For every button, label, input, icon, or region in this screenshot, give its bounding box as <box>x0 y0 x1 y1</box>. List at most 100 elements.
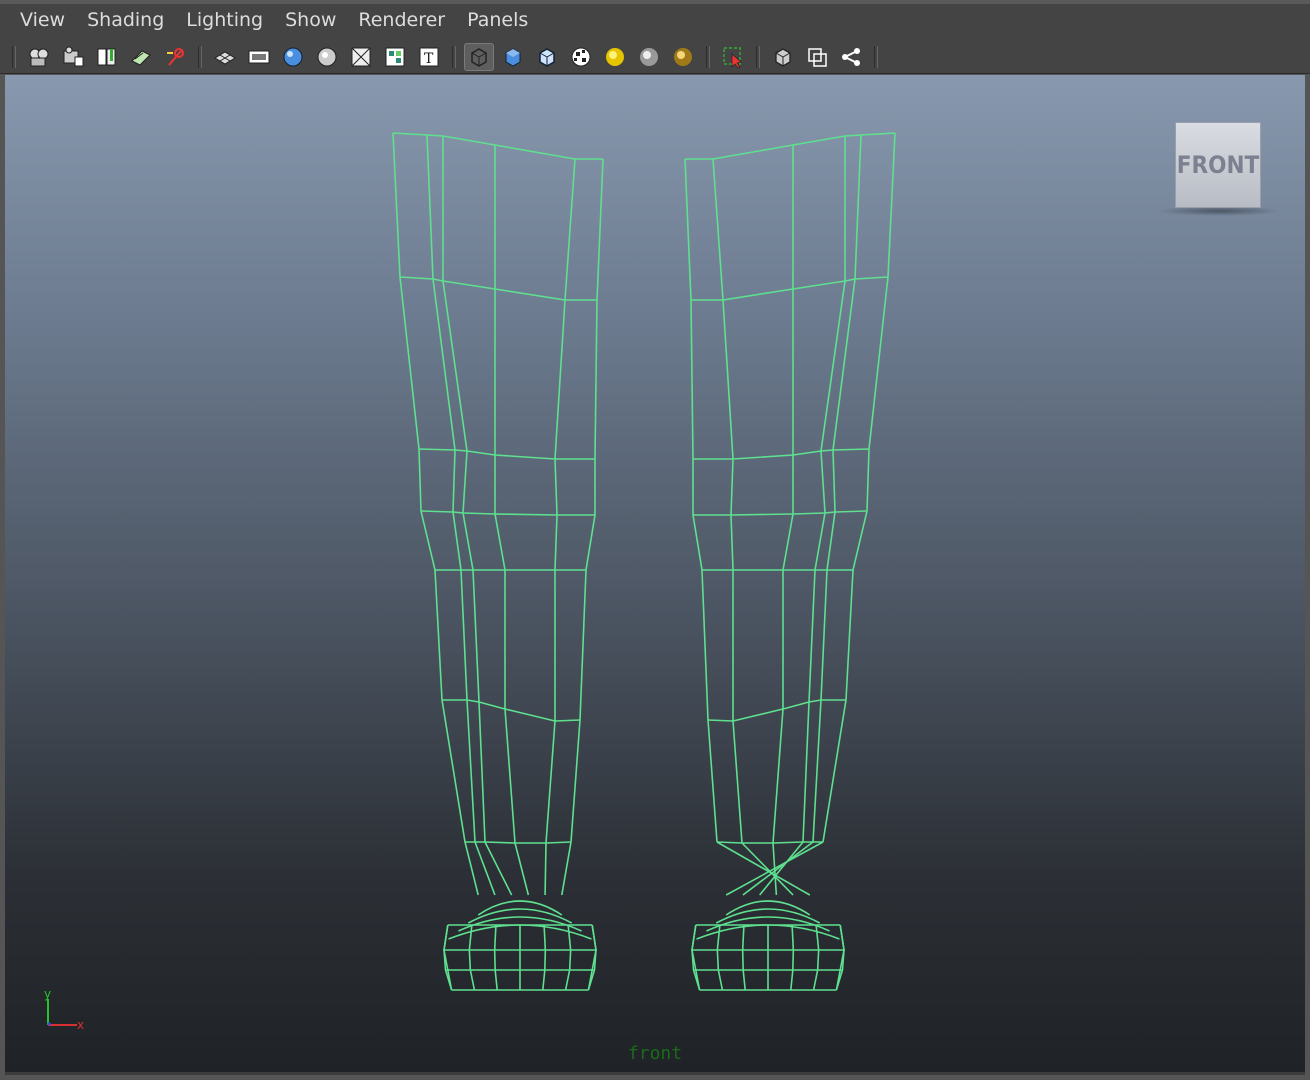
menu-renderer[interactable]: Renderer <box>348 9 457 35</box>
camera-attributes-icon <box>63 46 84 66</box>
image-plane-button[interactable] <box>126 43 156 71</box>
camera-attributes-button[interactable] <box>58 43 88 71</box>
axis-indicator: y x <box>44 987 84 1032</box>
right-leg-edge-loop <box>685 132 896 160</box>
left-ankle-edge <box>464 841 479 896</box>
right-ankle-edge <box>741 842 794 896</box>
ambient-occlusion-button[interactable] <box>668 43 698 71</box>
right-leg-edge-loop <box>693 510 868 516</box>
smooth-shade-icon <box>505 47 521 67</box>
leg-mesh-wireframe[interactable] <box>5 75 1305 1072</box>
isolate-select-button[interactable] <box>718 43 748 71</box>
left-ankle-edge <box>514 842 530 896</box>
bookmarks-icon <box>97 48 116 65</box>
toolbar-separator <box>12 45 16 68</box>
grid-button[interactable] <box>210 43 240 71</box>
view-cube-front-face[interactable]: FRONT <box>1175 122 1261 208</box>
left-leg-edge-column <box>570 158 604 843</box>
left-leg-edge-loop <box>418 448 595 460</box>
bookmarks-button[interactable] <box>92 43 122 71</box>
right-leg-edge-loop <box>693 448 870 460</box>
film-gate-icon <box>248 50 270 63</box>
left-leg-edge-loop <box>420 510 595 516</box>
toolbar-separator <box>874 45 878 68</box>
right-leg-edge-column <box>684 158 718 843</box>
right-leg-edge-column <box>802 136 846 843</box>
gate-mask-button[interactable] <box>312 43 342 71</box>
smooth-shade-button[interactable] <box>498 43 528 71</box>
view-cube[interactable]: FRONT <box>1157 122 1281 216</box>
menu-shading[interactable]: Shading <box>77 9 176 35</box>
use-all-lights-icon <box>606 47 624 66</box>
grid-icon <box>214 50 236 65</box>
film-gate-button[interactable] <box>244 43 274 71</box>
safe-action-button[interactable] <box>380 43 410 71</box>
right-foot-edge-column <box>790 924 795 991</box>
wireframe-on-shaded-button[interactable] <box>532 43 562 71</box>
left-leg-edge-column <box>545 158 576 844</box>
viewport-3d[interactable]: FRONT y x front <box>5 75 1305 1072</box>
field-chart-icon <box>351 47 371 66</box>
2d-pan-zoom-icon <box>167 47 184 66</box>
right-leg-edge-column <box>812 134 862 843</box>
wireframe-button[interactable] <box>464 42 494 71</box>
camera-name-label: front <box>627 1043 683 1064</box>
textured-icon <box>571 47 591 66</box>
x-axis-label: x <box>77 1018 84 1032</box>
left-leg-edge-column <box>442 136 486 843</box>
xray-active-button[interactable] <box>836 43 866 71</box>
shadows-icon <box>640 47 658 66</box>
wireframe-icon <box>471 47 487 67</box>
left-leg-edge-loop <box>399 276 597 301</box>
right-foot-edge-column <box>716 924 724 991</box>
right-leg-edge-column <box>772 145 794 844</box>
maya-viewport-panel: View Shading Lighting Show Renderer Panels T … <box>0 0 1310 1080</box>
svg-text:T: T <box>424 51 434 67</box>
shadows-button[interactable] <box>634 43 664 71</box>
textured-button[interactable] <box>566 43 596 71</box>
xray-active-icon <box>842 47 860 66</box>
right-foot-edge-column <box>812 924 820 991</box>
safe-title-icon: T <box>419 47 439 67</box>
safe-action-icon <box>385 47 405 66</box>
z-axis-dot <box>46 1021 52 1027</box>
left-leg-edge-loop <box>442 699 581 722</box>
left-leg-edge-loop <box>465 841 572 844</box>
wireframe-on-shaded-icon <box>539 47 555 67</box>
left-foot-edge-column <box>493 924 498 991</box>
left-foot-edge-column <box>542 924 547 991</box>
safe-title-button[interactable]: T <box>414 43 444 71</box>
select-camera-button[interactable] <box>24 43 54 71</box>
menu-panels[interactable]: Panels <box>457 9 540 35</box>
panel-toolbar: T <box>0 40 1310 74</box>
field-chart-button[interactable] <box>346 43 376 71</box>
left-leg-edge-column <box>494 145 516 844</box>
left-ankle-edge <box>474 841 496 896</box>
xray-joints-button[interactable] <box>802 43 832 71</box>
xray-button[interactable] <box>768 43 798 71</box>
left-foot-edge-column <box>564 924 572 991</box>
left-ankle-edge <box>484 841 513 896</box>
menu-view[interactable]: View <box>10 9 77 35</box>
resolution-gate-button[interactable] <box>278 43 308 71</box>
left-leg-edge-column <box>426 134 476 843</box>
xray-joints-icon <box>808 47 827 67</box>
menu-show[interactable]: Show <box>275 9 348 35</box>
panel-menu-bar: View Shading Lighting Show Renderer Panels <box>0 0 1310 40</box>
menu-lighting[interactable]: Lighting <box>176 9 275 35</box>
toolbar-separator <box>198 45 202 68</box>
right-leg-edge-loop <box>707 699 846 722</box>
right-leg-edge-loop <box>691 276 889 301</box>
gate-mask-icon <box>317 47 337 66</box>
use-all-lights-button[interactable] <box>600 43 630 71</box>
right-foot-edge-column <box>741 924 746 991</box>
toolbar-separator <box>452 45 456 68</box>
toolbar-separator <box>706 45 710 68</box>
xray-icon <box>775 47 791 67</box>
2d-pan-zoom-button[interactable] <box>160 43 190 71</box>
right-ankle-edge <box>742 841 814 896</box>
right-leg-edge-loop <box>716 841 823 844</box>
isolate-select-icon <box>723 46 742 68</box>
select-camera-icon <box>29 48 49 66</box>
left-leg-edge-loop <box>392 132 603 160</box>
